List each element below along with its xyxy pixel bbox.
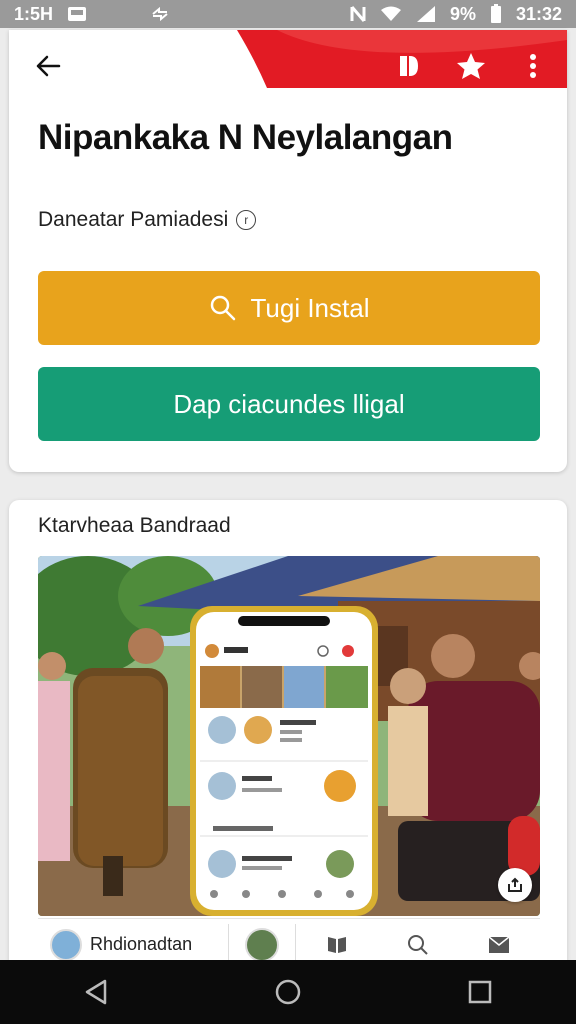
system-nav-bar — [0, 960, 576, 1024]
install-label: Tugi Instal — [250, 292, 370, 323]
section-title: Ktarvheaa Bandraad — [38, 514, 231, 537]
signal-icon — [416, 5, 436, 23]
app-title: Nipankaka N Neylalangan — [38, 118, 453, 157]
download-label: Dap ciacundes lligal — [173, 388, 405, 419]
screenshot-illustration — [38, 556, 540, 916]
wifi-icon — [380, 6, 402, 22]
nav-home-button[interactable] — [264, 968, 312, 1016]
developer-name: Daneatar Pamiadesi — [38, 208, 229, 231]
search-button[interactable] — [403, 930, 433, 960]
status-clock: 31:32 — [515, 3, 562, 24]
profile-name: Rhdionadtan — [90, 934, 193, 954]
nav-back-icon — [85, 979, 107, 1005]
app-bar — [9, 30, 567, 102]
screenshots-card: Ktarvheaa Bandraad Rhdionadtan — [9, 500, 567, 970]
nav-recents-button[interactable] — [456, 968, 504, 1016]
search-icon — [210, 295, 235, 321]
strip-icons — [296, 930, 540, 960]
gallery-notification-icon — [67, 6, 87, 22]
avatar-secondary[interactable] — [245, 927, 279, 962]
battery-icon — [490, 4, 502, 24]
nav-back-button[interactable] — [72, 968, 120, 1016]
mail-button[interactable] — [484, 930, 514, 960]
avatar — [50, 928, 82, 961]
download-button[interactable]: Dap ciacundes lligal — [38, 367, 540, 441]
book-button[interactable] — [322, 930, 352, 960]
expand-icon — [508, 877, 522, 892]
profile-chip[interactable]: Rhdionadtan — [38, 928, 228, 961]
back-button[interactable] — [31, 49, 65, 83]
install-button[interactable]: Tugi Instal — [38, 271, 540, 345]
status-right: 9% 31:32 — [350, 4, 562, 25]
bookmark-button[interactable] — [393, 50, 425, 82]
status-bar: 1:5H 9% 31:32 — [0, 0, 576, 28]
star-button[interactable] — [455, 50, 487, 82]
app-header-card: Nipankaka N Neylalangan Daneatar Pamiade… — [9, 30, 567, 472]
bookmark-icon — [400, 56, 418, 76]
mail-icon — [488, 935, 510, 953]
nfc-icon — [350, 5, 366, 23]
info-glyph: r — [244, 213, 249, 227]
app-actions — [393, 50, 549, 82]
nav-recents-icon — [468, 980, 492, 1004]
status-left: 1:5H — [14, 4, 169, 25]
app-screenshot[interactable] — [38, 556, 540, 916]
search-icon — [407, 934, 428, 955]
info-icon[interactable]: r — [236, 210, 257, 230]
expand-button[interactable] — [498, 868, 532, 902]
status-time: 1:5H — [14, 3, 54, 24]
sync-notification-icon — [151, 7, 169, 21]
developer-row: Daneatar Pamiadesi r — [38, 208, 257, 232]
back-arrow-icon — [36, 55, 61, 77]
nav-home-icon — [275, 979, 301, 1005]
book-icon — [327, 936, 346, 953]
star-icon — [457, 53, 485, 79]
more-vert-icon — [530, 54, 536, 78]
more-options-button[interactable] — [517, 50, 549, 82]
battery-percent: 9% — [449, 3, 476, 24]
